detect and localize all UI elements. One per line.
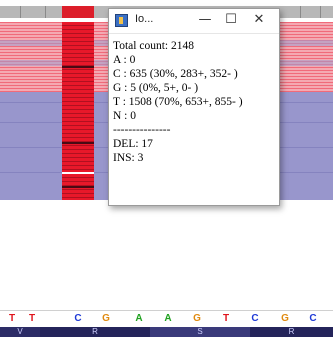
close-button[interactable]: ✕ [249,11,269,29]
total-count-line: Total count: 2148 [113,40,194,52]
reference-sequence-track: T T C G A A G T C G C [0,310,333,328]
coverage-tick [300,6,301,18]
sequence-base: T [28,313,36,324]
coverage-tick [320,6,321,18]
coverage-mismatch-mark [62,6,94,18]
genome-viewer: T T C G A A G T C G C V R S R Io... — ☐ … [0,0,333,337]
sequence-base: G [193,313,201,324]
sequence-base: A [135,313,143,324]
mismatch-dark-read [62,186,94,188]
mismatch-dark-read [62,142,94,144]
a-count-line: A : 0 [113,54,136,66]
amino-acid: R [40,327,150,337]
g-count-line: G : 5 (0%, 5+, 0- ) [113,82,199,94]
sequence-base: C [251,313,259,324]
sequence-base: C [309,313,317,324]
deletion-count-line: DEL: 17 [113,138,153,150]
coverage-tick [45,6,46,18]
c-count-line: C : 635 (30%, 283+, 352- ) [113,68,238,80]
sequence-base: G [281,313,289,324]
separator-line: --------------- [113,124,171,136]
sequence-base: T [8,313,16,324]
java-app-icon [115,14,128,27]
t-count-line: T : 1508 (70%, 653+, 855- ) [113,96,243,108]
empty-track-area [0,200,333,308]
amino-acid: S [150,327,250,337]
maximize-button[interactable]: ☐ [221,11,241,29]
sequence-base: G [102,313,110,324]
coverage-tick [20,6,21,18]
popup-titlebar[interactable]: Io... — ☐ ✕ [109,9,279,34]
sequence-base: T [222,313,230,324]
read-gap [62,172,94,174]
amino-acid: R [250,327,333,337]
sequence-base: A [164,313,172,324]
translation-track: V R S R [0,327,333,337]
amino-acid: V [0,327,40,337]
base-count-popup[interactable]: Io... — ☐ ✕ Total count: 2148 A : 0 C : … [108,8,280,206]
popup-title: Io... [135,13,154,25]
popup-content: Total count: 2148 A : 0 C : 635 (30%, 28… [113,39,277,165]
mismatch-dark-read [62,66,94,68]
insertion-count-line: INS: 3 [113,152,144,164]
minimize-button[interactable]: — [195,11,215,29]
mismatch-column[interactable] [62,22,94,210]
sequence-base: C [74,313,82,324]
n-count-line: N : 0 [113,110,136,122]
